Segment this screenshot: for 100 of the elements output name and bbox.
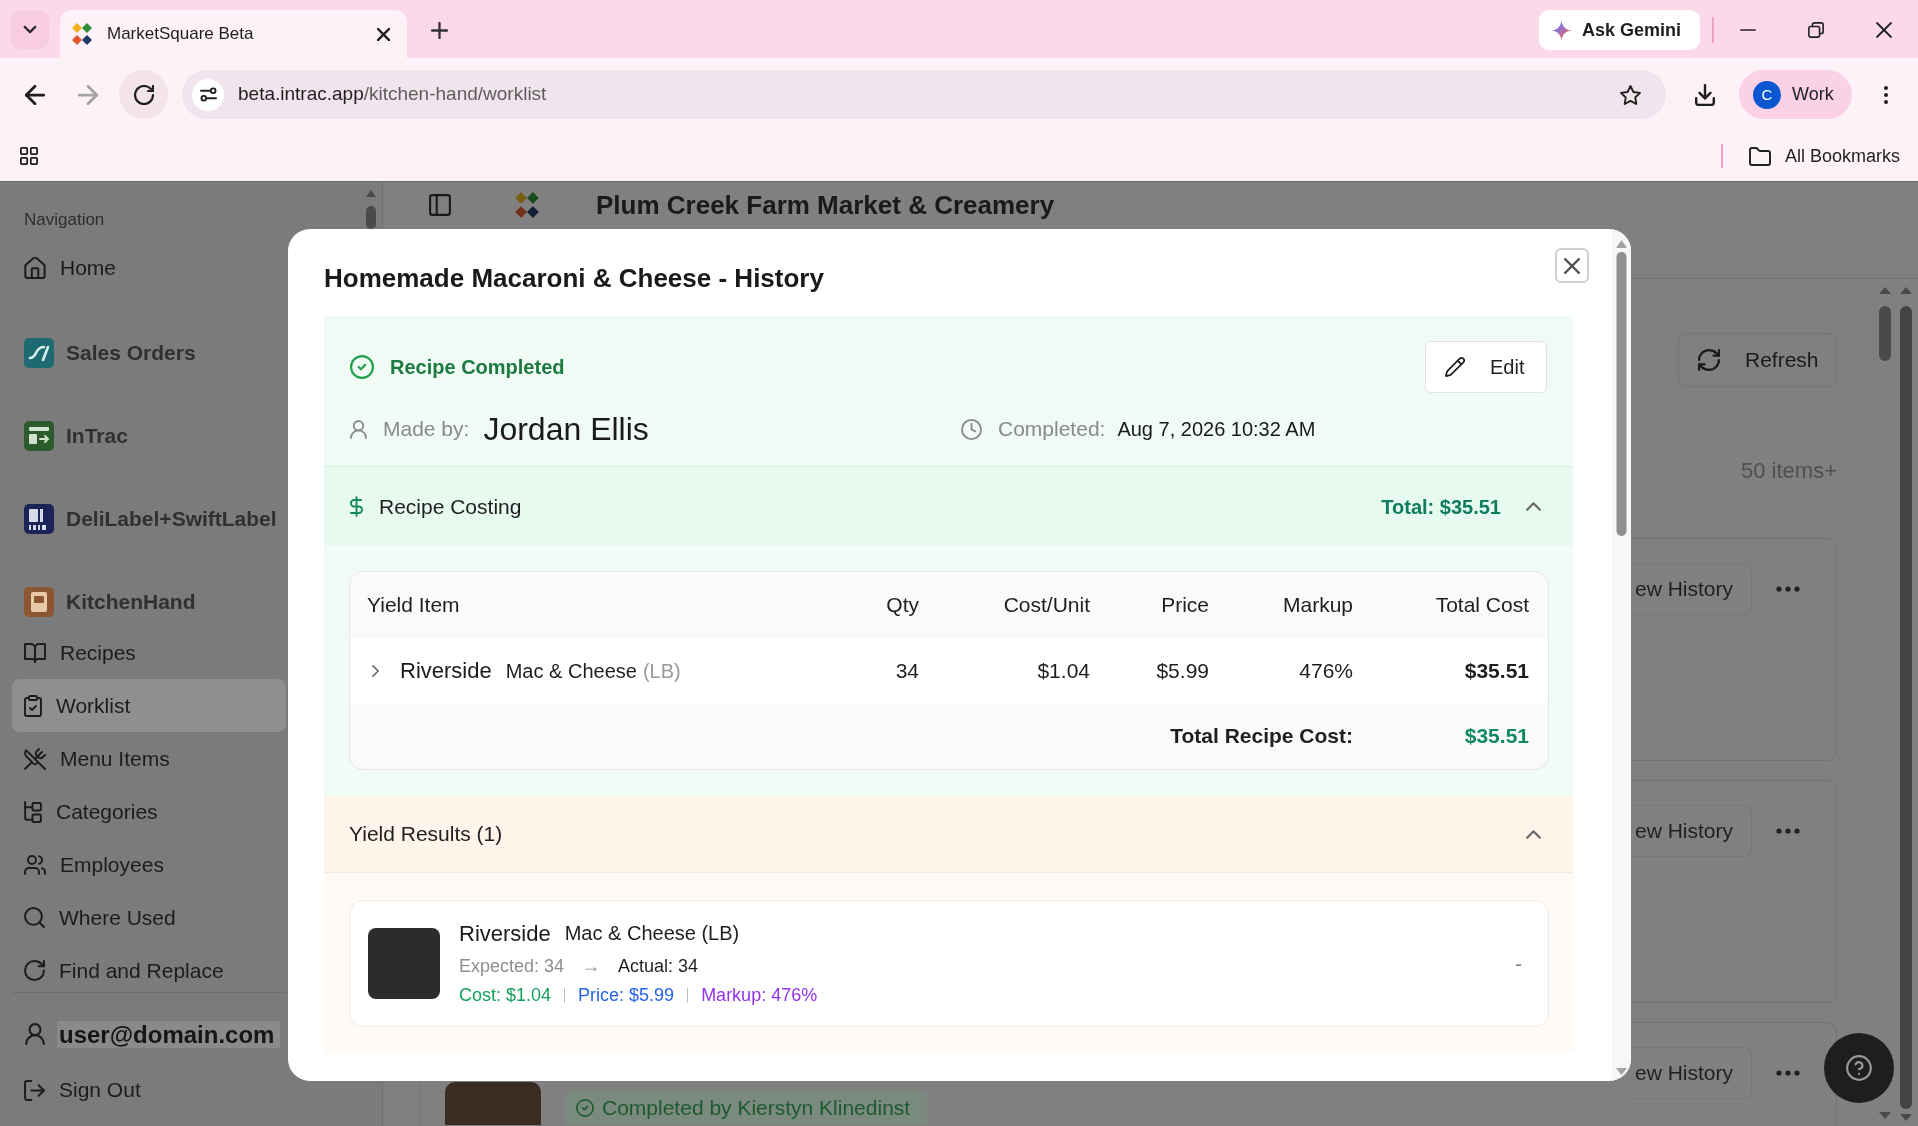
folder-icon [1748,146,1771,166]
section-header[interactable]: Recipe Costing Total: $35.51 [324,466,1573,546]
sliders-icon [199,87,217,102]
sidebar-item[interactable]: Where Used [12,891,286,944]
chevron-up-icon[interactable] [1525,501,1542,512]
app-logo-icon [24,421,54,451]
check-circle-icon [350,355,374,379]
plus-icon[interactable] [431,22,448,39]
price-text: Price: $5.99 [578,983,675,1007]
edit-button[interactable]: Edit [1425,341,1547,393]
download-icon[interactable] [1695,83,1715,106]
user-icon [25,1023,45,1045]
costing-total: Total: $35.51 [1381,494,1501,520]
check-circle-icon [576,1099,594,1117]
sidebar-item[interactable]: Employees [12,838,286,891]
table-cell-text: $1.04 [1036,657,1090,684]
assistant-button[interactable]: Ask Gemini [1539,10,1700,50]
table-cell-text: $35.51 [1463,657,1529,684]
completion-status: Recipe Completed [390,355,565,380]
hierarchy-icon [24,800,42,823]
ellipsis-icon[interactable] [1776,1070,1800,1076]
arrow-icon: → [582,952,601,980]
reload-icon [133,84,154,105]
modal-title: Homemade Macaroni & Cheese - History [324,262,824,295]
address-field[interactable]: beta.intrac.app/kitchen-hand/worklist [182,70,1666,119]
sign-out-link[interactable]: Sign Out [12,1066,286,1114]
pencil-icon [1445,357,1465,377]
page-title: Plum Creek Farm Market & Creamery [596,188,1055,222]
sidebar-item[interactable]: Menu Items [12,732,286,785]
sparkle-icon [1551,19,1572,41]
markup-text: Markup: 476% [701,983,818,1007]
view-history-button[interactable]: ew History [1633,1047,1752,1099]
section-heading: Navigation [23,210,105,230]
table-header: Cost/Unit [1002,592,1090,619]
dollar-icon [350,496,363,517]
sidebar-item[interactable]: KitchenHand [12,578,286,626]
sidebar-item[interactable]: Sales Orders [12,329,286,377]
help-icon [1846,1055,1872,1081]
scrollbar[interactable] [1612,229,1631,1081]
view-history-button[interactable]: ew History [1633,805,1752,857]
table-header: Yield Item [367,592,461,619]
clipboard-check-icon [24,694,42,717]
menu-icon[interactable] [1884,85,1888,104]
book-icon [24,642,46,663]
table-cell-text: 476% [1298,657,1353,684]
table-header: Total Cost [1434,592,1529,619]
view-history-button[interactable]: ew History [1633,563,1752,615]
item-name: Mac & Cheese (LB) [564,921,740,946]
tab-search-button[interactable] [10,10,49,49]
panel-icon[interactable] [429,194,451,216]
close-icon[interactable] [377,27,390,41]
sidebar-item[interactable]: Find and Replace [12,944,286,997]
avatar: C [1753,80,1781,109]
section-header[interactable]: Yield Results (1) [324,796,1573,873]
restore-icon[interactable] [1808,22,1824,38]
ellipsis-icon[interactable] [1776,586,1800,592]
sidebar-item[interactable]: Categories [12,785,286,838]
site-info-button[interactable] [192,78,224,111]
sidebar-item[interactable]: InTrac [12,412,286,460]
status-text: Completed by Kierstyn Klinedinst [602,1096,911,1120]
search-icon [24,907,45,928]
table-header: Qty [885,592,919,619]
chevron-down-icon [22,25,37,34]
table-header: Price [1160,592,1209,619]
ellipsis-icon[interactable] [1776,828,1800,834]
brand-name: Riverside [400,657,492,685]
chevron-up-icon[interactable] [1525,828,1542,840]
all-bookmarks-button[interactable]: All Bookmarks [1748,142,1900,170]
reload-button[interactable] [119,70,168,119]
table-cell-text: $5.99 [1155,657,1209,684]
profile-button[interactable]: C Work [1739,70,1852,119]
table-cell-text: 34 [894,657,919,684]
apps-grid-icon[interactable] [20,147,38,165]
total-label: Total Recipe Cost: [1169,723,1353,750]
diamond-logo-icon [72,23,92,45]
clock-icon [961,418,982,440]
total-value: $35.51 [1463,723,1529,750]
star-icon[interactable] [1620,84,1641,105]
chevron-right-icon[interactable] [371,663,380,678]
diamond-logo-icon [515,192,539,218]
app-logo-icon [24,587,54,617]
completed-label: Completed: [998,416,1106,443]
user-icon [350,419,367,439]
sidebar-item[interactable]: Home [12,241,286,294]
app-logo-icon [24,504,54,534]
sidebar-item[interactable]: Worklist [12,679,286,732]
house-icon [24,256,46,279]
sidebar-item[interactable]: Recipes [12,626,286,679]
close-button[interactable] [1555,248,1589,283]
user-email: user@domain.com [57,1020,281,1048]
refresh-button[interactable]: Refresh [1678,333,1837,387]
rotate-arrow-icon [24,960,45,981]
utensils-icon [24,747,46,770]
dash-mark: - [1515,951,1522,977]
sidebar-item[interactable]: DeliLabel+SwiftLabel [12,495,286,543]
close-icon[interactable] [1876,22,1892,38]
browser-tab[interactable]: MarketSquare Beta [60,10,407,58]
users-icon [24,854,46,875]
scrollbar[interactable] [365,188,377,229]
made-by-name: Jordan Ellis [483,410,649,449]
